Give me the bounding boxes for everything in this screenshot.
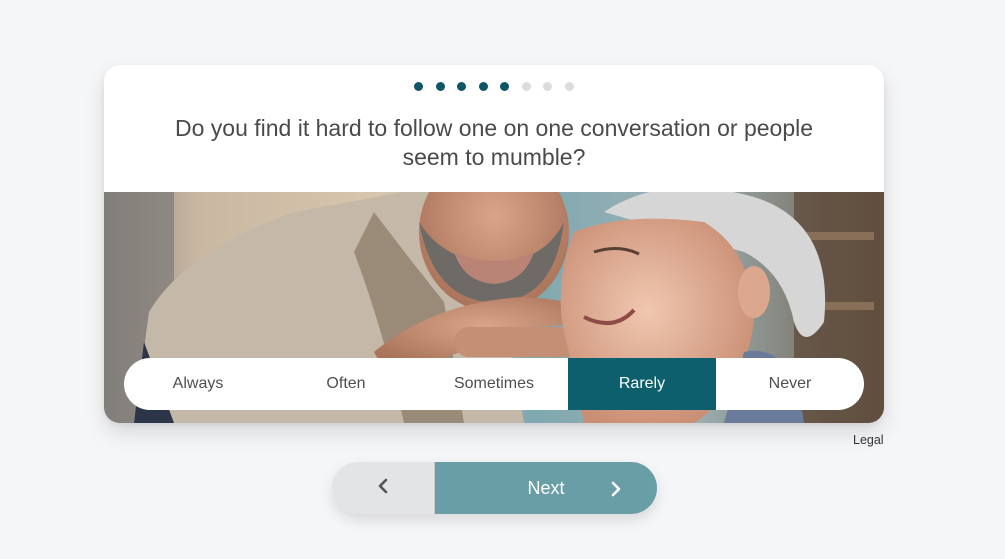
next-button[interactable]: Next — [435, 462, 657, 514]
progress-dot — [543, 82, 553, 91]
progress-dot — [500, 82, 510, 91]
answer-often[interactable]: Often — [272, 358, 420, 410]
survey-page: Do you find it hard to follow one on one… — [0, 0, 1005, 559]
progress-dot — [435, 82, 445, 91]
progress-dot — [457, 82, 467, 91]
chevron-left-icon — [376, 477, 390, 500]
question-text: Do you find it hard to follow one on one… — [174, 115, 814, 170]
progress-dot — [564, 82, 574, 91]
progress-dot — [478, 82, 488, 91]
progress-dots — [104, 82, 884, 91]
back-button[interactable] — [332, 462, 435, 514]
progress-dot — [521, 82, 531, 91]
answer-options: Always Often Sometimes Rarely Never — [124, 358, 864, 410]
answer-always[interactable]: Always — [124, 358, 272, 410]
answer-sometimes[interactable]: Sometimes — [420, 358, 568, 410]
navigation-buttons: Next — [332, 462, 657, 514]
answer-rarely[interactable]: Rarely — [568, 358, 716, 410]
legal-link[interactable]: Legal — [853, 433, 884, 447]
answer-never[interactable]: Never — [716, 358, 864, 410]
progress-dot — [414, 82, 424, 91]
question-card: Do you find it hard to follow one on one… — [104, 65, 884, 423]
next-button-label: Next — [527, 477, 565, 498]
chevron-right-icon — [609, 480, 623, 503]
